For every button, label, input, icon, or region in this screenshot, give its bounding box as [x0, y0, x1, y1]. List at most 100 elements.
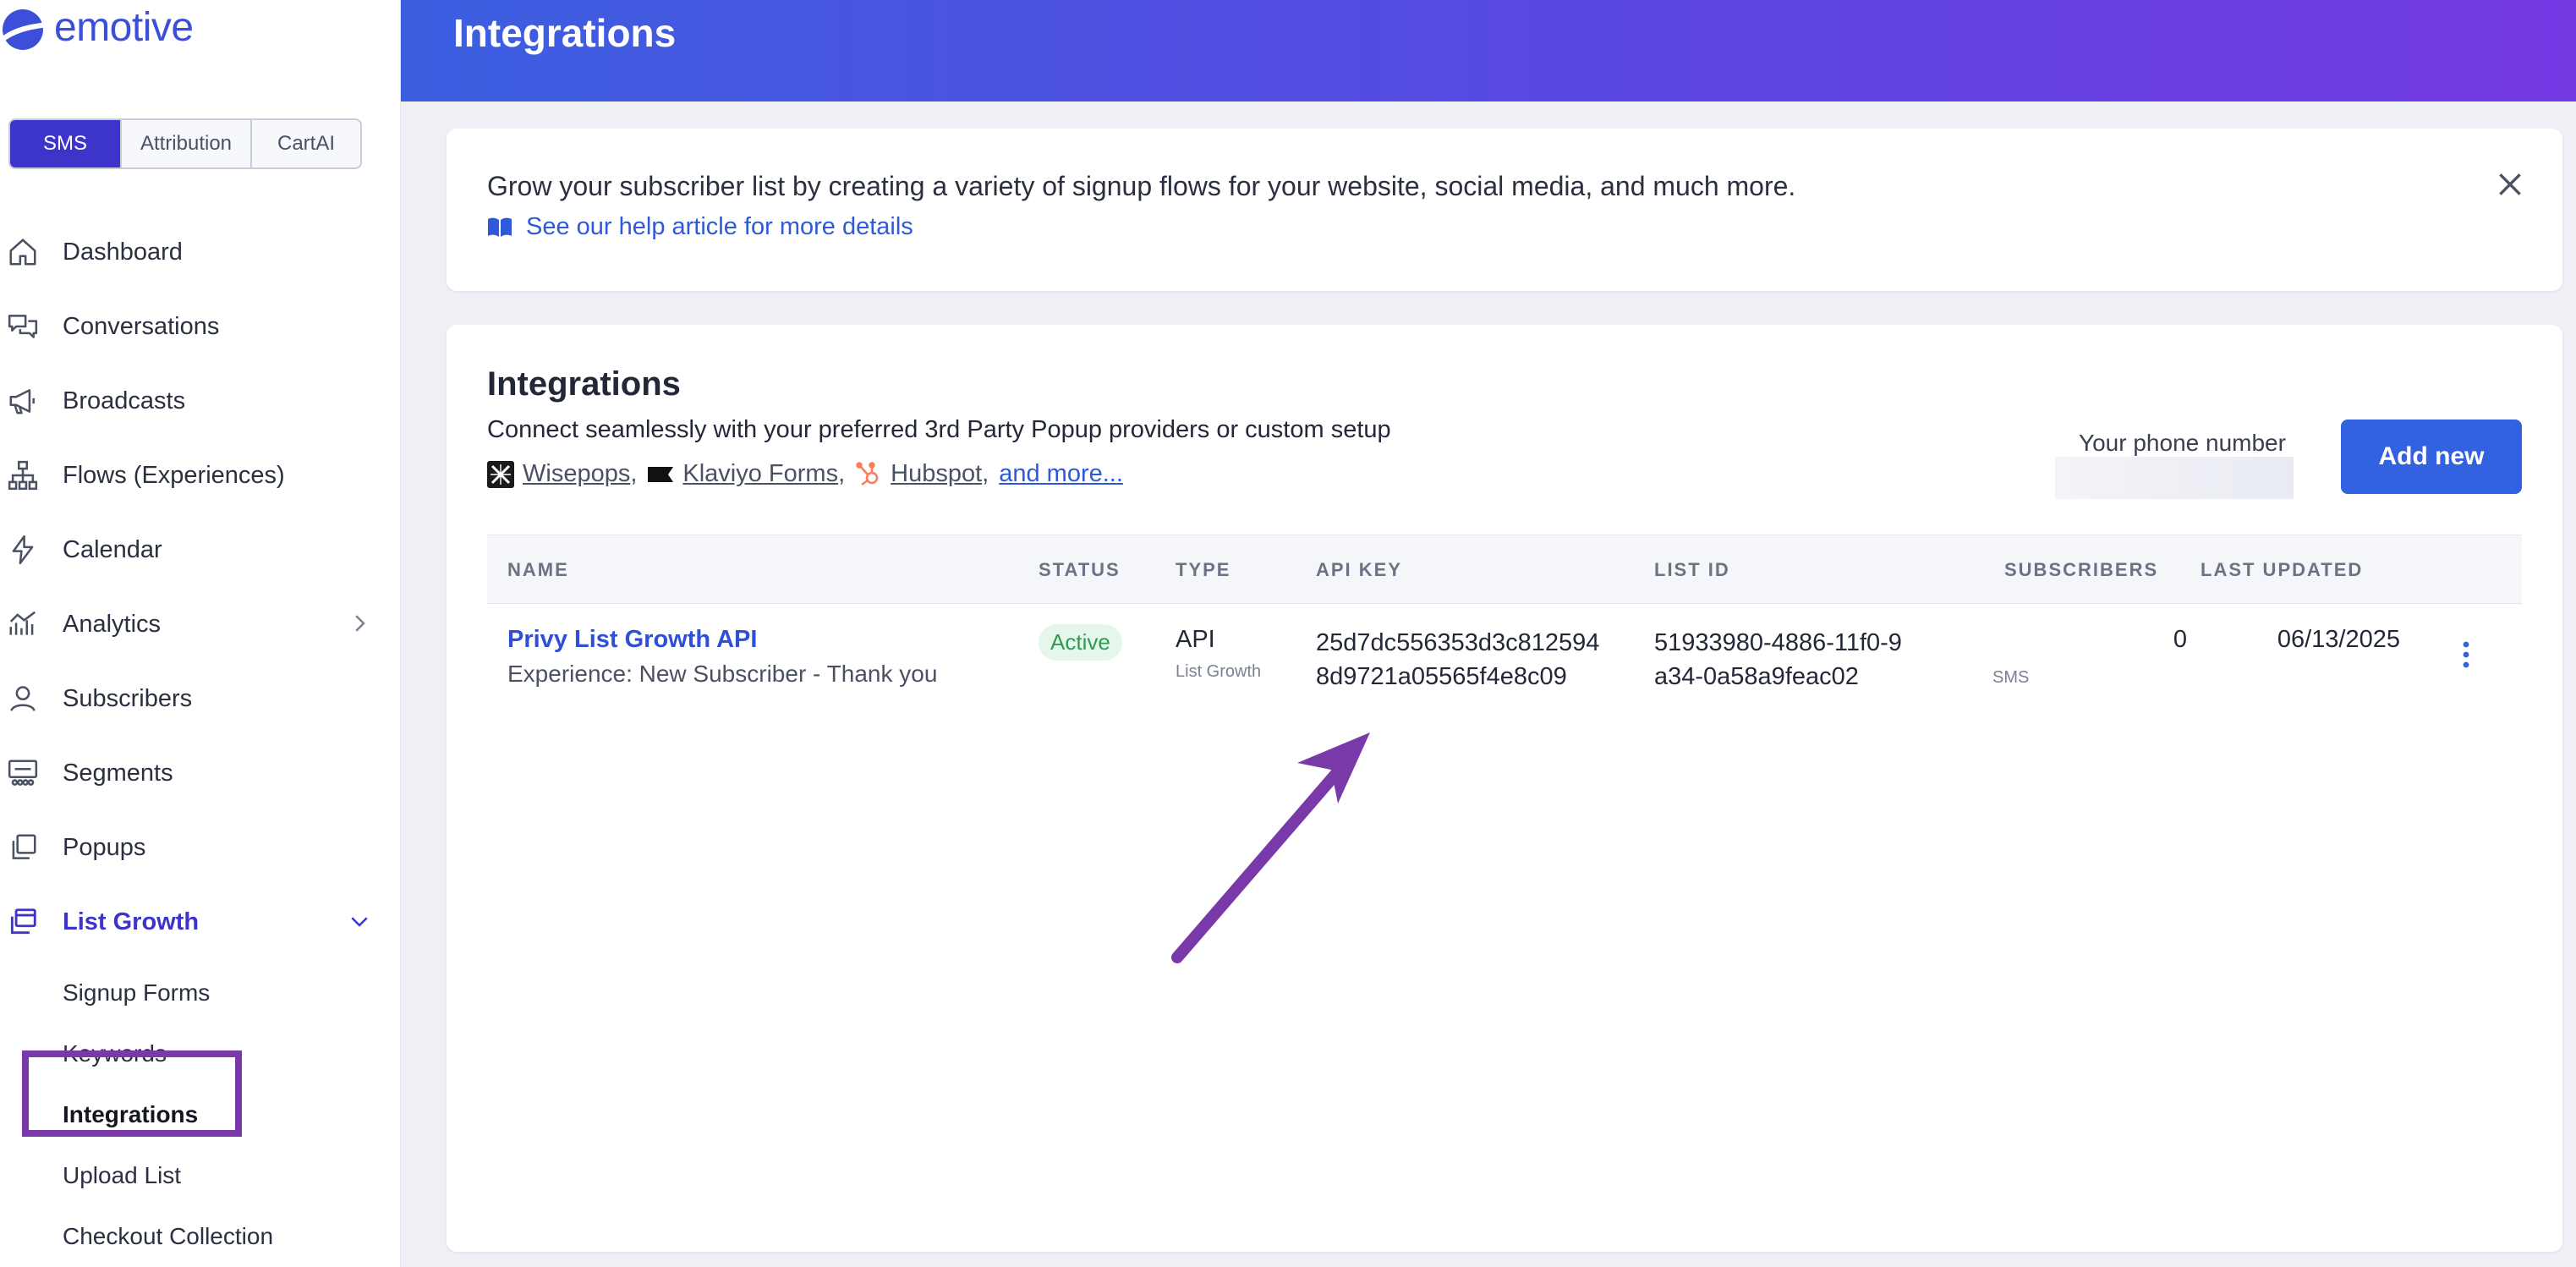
subscribers-channel: SMS — [1992, 668, 2030, 687]
sidebar-item-label: Analytics — [63, 610, 162, 638]
chevron-right-icon[interactable] — [347, 611, 372, 636]
sidebar-item-subscribers[interactable]: Subscribers — [0, 661, 401, 736]
provider-separator: , — [838, 460, 846, 487]
sidebar-item-popups[interactable]: Popups — [0, 810, 401, 885]
column-header-api-key[interactable]: API KEY — [1316, 559, 1402, 581]
last-updated-value: 06/13/2025 — [2277, 626, 2400, 653]
klaviyo-flag-icon — [648, 466, 674, 482]
hubspot-icon — [856, 461, 879, 485]
chat-bubbles-icon — [5, 309, 41, 344]
phone-number-label: Your phone number — [2079, 430, 2286, 456]
provider-klaviyo: Klaviyo Forms, — [647, 460, 845, 488]
product-switcher: SMS Attribution CartAI — [8, 118, 362, 169]
sidebar-item-label: Dashboard — [63, 238, 183, 266]
page-title: Integrations — [453, 11, 677, 55]
sidebar-item-label: Popups — [63, 833, 146, 861]
sidebar: emotive SMS Attribution CartAI Dashboard… — [0, 0, 401, 1267]
sidebar-item-label: Conversations — [63, 312, 220, 340]
sidebar-item-flows[interactable]: Flows (Experiences) — [0, 438, 401, 513]
section-title: Integrations — [487, 365, 681, 403]
sidebar-item-broadcasts[interactable]: Broadcasts — [0, 364, 401, 438]
phone-number-input[interactable] — [2055, 457, 2294, 499]
provider-link-hubspot[interactable]: Hubspot — [891, 460, 982, 488]
popups-icon — [5, 830, 41, 865]
api-key-value[interactable]: 25d7dc556353d3c8125948d9721a05565f4e8c09 — [1316, 626, 1603, 694]
help-article-link-text: See our help article for more details — [526, 213, 913, 240]
add-new-button[interactable]: Add new — [2341, 420, 2522, 494]
row-actions-menu[interactable] — [2449, 638, 2483, 672]
help-article-link[interactable]: See our help article for more details — [487, 213, 913, 241]
integration-type-sub: List Growth — [1176, 662, 1262, 681]
sidebar-item-label: Calendar — [63, 535, 162, 563]
book-icon — [488, 217, 512, 237]
home-icon — [5, 234, 41, 270]
info-banner: Grow your subscriber list by creating a … — [447, 129, 2562, 291]
sidebar-item-label: Flows (Experiences) — [63, 461, 285, 489]
sidebar-item-list-growth[interactable]: List Growth — [0, 885, 401, 959]
integrations-card: Integrations Connect seamlessly with you… — [447, 325, 2562, 1252]
column-header-type[interactable]: TYPE — [1176, 559, 1230, 581]
sidebar-item-dashboard[interactable]: Dashboard — [0, 215, 401, 289]
column-header-last-updated[interactable]: LAST UPDATED — [2201, 559, 2363, 581]
provider-links: Wisepops, Klaviyo Forms, Hubspot, and mo… — [487, 460, 1123, 488]
tab-sms[interactable]: SMS — [10, 120, 120, 167]
list-id-value[interactable]: 51933980-4886-11f0-9a34-0a58a9feac02 — [1654, 626, 1908, 694]
provider-link-klaviyo[interactable]: Klaviyo Forms — [682, 460, 838, 488]
close-icon[interactable] — [2493, 167, 2527, 201]
sidebar-subitem-signup-forms[interactable]: Signup Forms — [0, 963, 401, 1023]
table-header: NAME STATUS TYPE API KEY LIST ID SUBSCRI… — [487, 535, 2522, 604]
sidebar-item-label: List Growth — [63, 908, 200, 935]
megaphone-icon — [5, 383, 41, 419]
user-icon — [5, 681, 41, 716]
sidebar-item-segments[interactable]: Segments — [0, 736, 401, 810]
cell-type: API List Growth — [1176, 626, 1261, 682]
page-header: Integrations — [401, 0, 2576, 101]
integration-experience: Experience: New Subscriber - Thank you — [507, 661, 938, 687]
emotive-logo-icon — [3, 9, 49, 50]
list-growth-subnav: Signup Forms Keywords Integrations Uploa… — [0, 959, 401, 1267]
sidebar-item-calendar[interactable]: Calendar — [0, 513, 401, 587]
column-header-name[interactable]: NAME — [507, 559, 569, 581]
sidebar-subitem-keywords[interactable]: Keywords — [0, 1023, 401, 1084]
cell-status: Active — [1039, 624, 1122, 661]
integration-name-link[interactable]: Privy List Growth API — [507, 626, 937, 654]
provider-link-wisepops[interactable]: Wisepops — [523, 460, 630, 488]
kebab-menu-icon — [2463, 641, 2469, 668]
sidebar-item-analytics[interactable]: Analytics — [0, 587, 401, 661]
lightning-icon — [5, 532, 41, 568]
sidebar-subitem-checkout-collection[interactable]: Checkout Collection — [0, 1206, 401, 1267]
chevron-down-icon[interactable] — [347, 908, 372, 934]
table-row: Privy List Growth API Experience: New Su… — [487, 604, 2522, 739]
sidebar-item-label: Segments — [63, 759, 173, 787]
brand-logo[interactable]: emotive — [0, 5, 194, 51]
windows-icon — [5, 904, 41, 940]
sidebar-item-conversations[interactable]: Conversations — [0, 289, 401, 364]
flow-tree-icon — [5, 458, 41, 493]
subscribers-count: 0 — [2173, 626, 2187, 653]
sidebar-subitem-integrations[interactable]: Integrations — [0, 1084, 401, 1145]
tab-cartai[interactable]: CartAI — [250, 120, 360, 167]
provider-wisepops: Wisepops, — [487, 460, 637, 488]
column-header-status[interactable]: STATUS — [1039, 559, 1121, 581]
sidebar-nav: Dashboard Conversations Broadcasts Flows… — [0, 215, 401, 1267]
chart-icon — [5, 606, 41, 642]
info-banner-text: Grow your subscriber list by creating a … — [487, 171, 1796, 201]
provider-hubspot: Hubspot, — [855, 460, 989, 488]
section-description: Connect seamlessly with your preferred 3… — [487, 416, 1391, 443]
sidebar-item-label: Subscribers — [63, 684, 193, 712]
wisepops-icon — [487, 460, 514, 488]
column-header-list-id[interactable]: LIST ID — [1654, 559, 1730, 581]
cell-name: Privy List Growth API Experience: New Su… — [507, 626, 937, 688]
integration-type: API — [1176, 626, 1215, 653]
more-providers-link[interactable]: and more... — [999, 460, 1123, 488]
provider-separator: , — [982, 460, 989, 487]
status-badge: Active — [1039, 624, 1122, 661]
column-header-subscribers[interactable]: SUBSCRIBERS — [2004, 559, 2158, 581]
provider-separator: , — [630, 460, 638, 487]
integrations-table: NAME STATUS TYPE API KEY LIST ID SUBSCRI… — [487, 535, 2522, 739]
sidebar-item-label: Broadcasts — [63, 387, 186, 414]
brand-name: emotive — [54, 5, 194, 50]
tab-attribution[interactable]: Attribution — [120, 120, 250, 167]
sidebar-subitem-upload-list[interactable]: Upload List — [0, 1145, 401, 1206]
segments-icon — [5, 755, 41, 791]
